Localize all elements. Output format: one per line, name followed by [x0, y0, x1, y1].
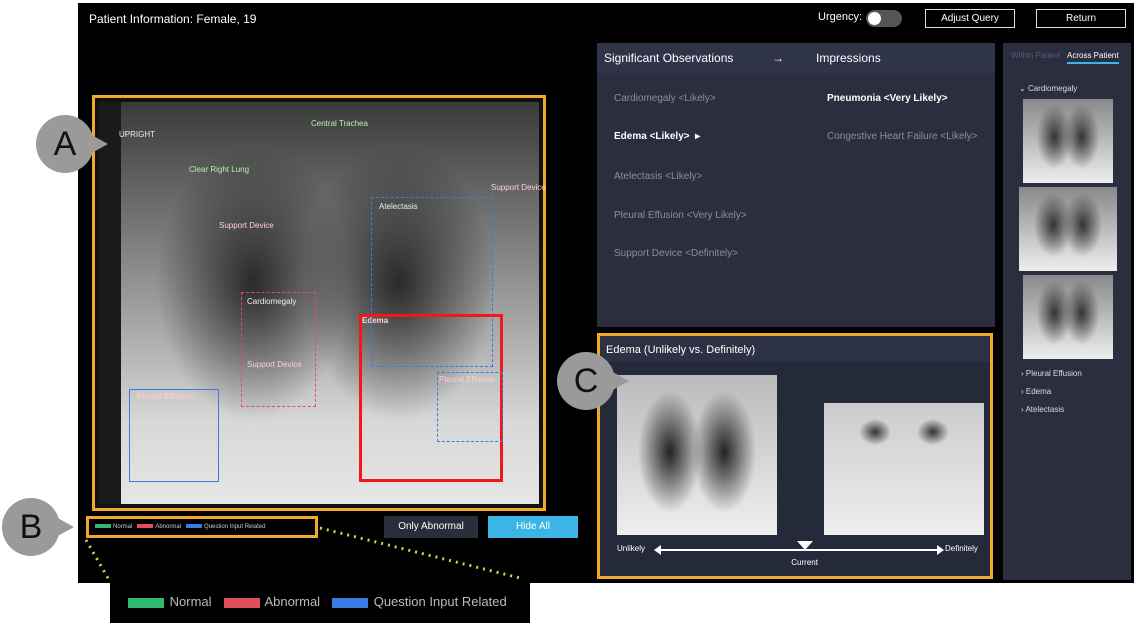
legend-abnormal: Abnormal [223, 594, 320, 609]
legend-question: Question Input Related [332, 594, 507, 609]
zoom-connector-lines [84, 526, 521, 586]
legend-normal: Normal [128, 594, 212, 609]
legend-zoomed: Normal Abnormal Question Input Related [110, 580, 530, 623]
